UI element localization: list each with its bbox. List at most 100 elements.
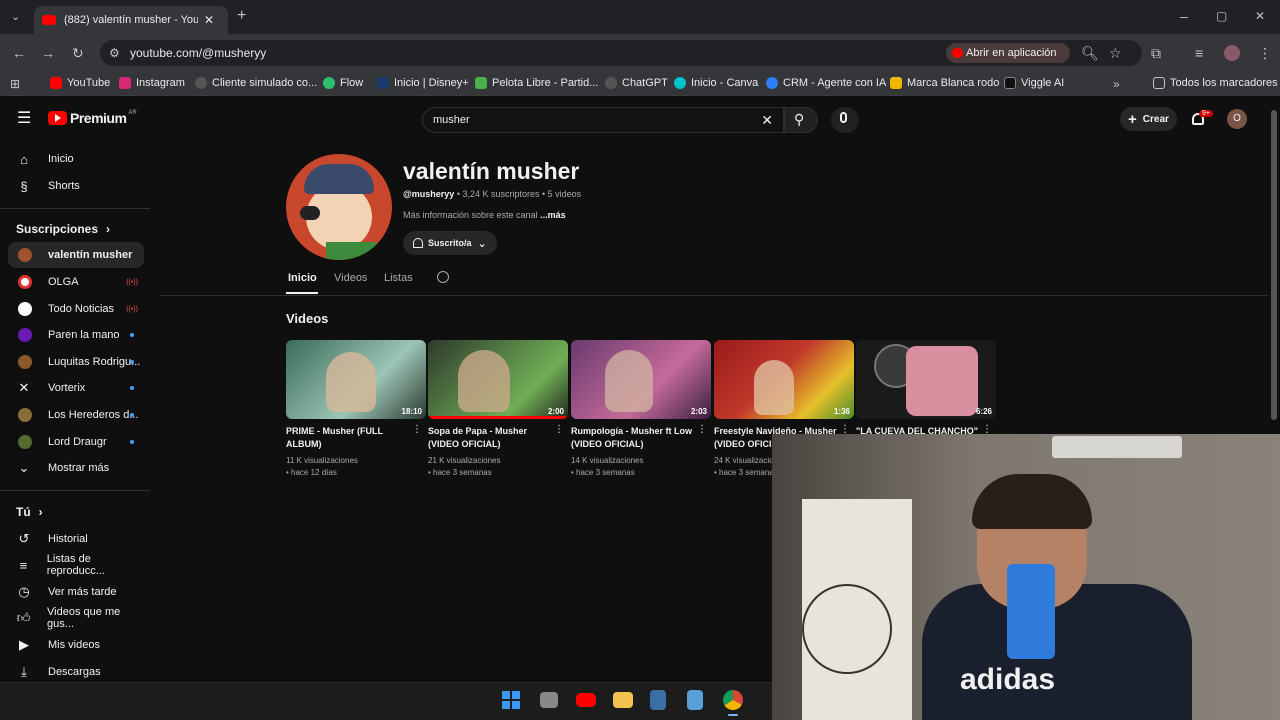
apps-icon[interactable]: ⊞ [10,77,20,91]
chevron-down-icon: ⌄ [477,237,487,250]
sidebar-sub-paren-la-mano[interactable]: Paren la mano [8,322,144,348]
active-app-indicator [728,714,738,716]
task-view-icon[interactable] [540,692,558,708]
tab-inicio[interactable]: Inicio [288,272,317,284]
video-card[interactable]: 2:03 Rumpología - Musher ft Low (VIDEO O… [571,340,711,479]
video-age: • hace 12 días [286,468,337,477]
forward-icon[interactable]: → [41,46,55,60]
minimize-icon[interactable]: – [1180,9,1188,23]
browser-tab[interactable]: (882) valentín musher - YouTube ✕ [34,6,228,34]
channel-avatar [18,248,32,262]
media-icon[interactable]: ≡ [1195,46,1203,60]
sidebar-sub-olga[interactable]: OLGA ((•)) [8,269,144,295]
sidebar-item-my-videos[interactable]: ▶ Mis videos [8,632,144,658]
avatar-character-shirt [326,242,376,260]
sidebar-sub-todo-noticias[interactable]: Todo Noticias ((•)) [8,296,144,322]
search-button[interactable]: ⚲ [784,107,818,133]
bookmark-flow[interactable]: Flow [323,77,363,89]
bookmark-chatgpt[interactable]: ChatGPT [605,77,668,89]
chrome-taskbar-icon[interactable] [723,690,743,710]
sidebar-sub-luquitas[interactable]: Luquitas Rodrigu... [8,349,144,375]
back-icon[interactable]: ← [12,46,26,60]
bookmark-pelota-libre[interactable]: Pelota Libre - Partid... [475,77,598,89]
video-thumbnail[interactable]: 2:03 [571,340,711,419]
windows-start-icon[interactable] [502,691,520,709]
video-thumbnail[interactable]: 1:36 [714,340,854,419]
channel-avatar [18,408,32,422]
notifications-button[interactable]: 9+ [1190,110,1213,130]
maximize-icon[interactable]: ▢ [1216,9,1227,23]
search-input[interactable]: musher ✕ [422,107,784,133]
create-button[interactable]: + Crear [1120,107,1177,131]
sidebar-item-inicio[interactable]: ⌂ Inicio [8,146,144,172]
video-thumbnail[interactable]: 6:26 [856,340,996,419]
bookmark-crm[interactable]: CRM - Agente con IA [766,77,886,89]
site-info-icon[interactable]: ⚙ [109,46,120,60]
video-thumbnail[interactable]: 2:00 [428,340,568,419]
webcam-air-conditioner [1052,436,1182,458]
clear-search-icon[interactable]: ✕ [761,112,773,129]
all-bookmarks-folder[interactable]: Todos los marcadores [1153,77,1278,89]
sidebar-item-watch-later[interactable]: ◷ Ver más tarde [8,579,144,605]
more-options-icon[interactable]: ⋮ [554,424,564,435]
you-header[interactable]: Tú › [16,505,43,519]
sidebar-item-shorts[interactable]: § Shorts [8,173,144,199]
calculator-icon[interactable] [650,690,666,710]
profile-avatar[interactable] [1224,45,1240,61]
sidebar-item-liked[interactable]: 👍︎ Videos que me gus... [8,605,144,631]
extensions-icon[interactable]: ⧉ [1151,46,1161,60]
account-avatar[interactable]: O [1227,109,1247,129]
channel-about[interactable]: Más información sobre este canal ...más [403,210,566,220]
close-window-icon[interactable]: ✕ [1255,9,1265,23]
notepad-icon[interactable] [687,690,703,710]
bookmark-viggle[interactable]: Viggle AI [1004,77,1064,89]
tab-videos[interactable]: Videos [334,272,367,284]
more-options-icon[interactable]: ⋮ [697,424,707,435]
tab-list-icon[interactable]: ⌄ [11,10,20,24]
sidebar-sub-lord-draugr[interactable]: Lord Draugr [8,429,144,455]
file-explorer-icon[interactable] [613,692,633,708]
open-in-app-label: Abrir en aplicación [966,47,1057,59]
viggle-icon [1004,77,1016,89]
hamburger-menu-icon[interactable]: ☰ [17,111,31,127]
bookmark-cliente-simulado[interactable]: Cliente simulado co... [195,77,317,89]
sidebar-item-historial[interactable]: ↺ Historial [8,526,144,552]
avatar-character-hat [304,164,374,194]
bookmark-youtube[interactable]: YouTube [50,77,110,89]
channel-search-icon[interactable] [437,271,449,283]
close-tab-icon[interactable]: ✕ [204,13,214,27]
show-more-button[interactable]: ⌄ Mostrar más [8,455,144,481]
youtube-taskbar-icon[interactable] [576,693,596,707]
sidebar-item-playlists[interactable]: ≡ Listas de reproducc... [8,552,144,578]
video-title[interactable]: Sopa de Papa - Musher (VIDEO OFICIAL) [428,425,554,451]
sidebar-sub-los-herederos[interactable]: Los Herederos d... [8,402,144,428]
bookmark-star-icon[interactable]: ☆ [1109,46,1122,60]
more-bookmarks-icon[interactable]: » [1113,77,1120,91]
bookmark-disney[interactable]: Inicio | Disney+ [377,77,469,89]
subscriptions-header[interactable]: Suscripciones › [16,222,110,236]
reload-icon[interactable]: ↻ [72,46,84,60]
subscribed-button[interactable]: Suscrito/a ⌄ [403,231,497,255]
video-title[interactable]: PRIME - Musher (FULL ALBUM) [286,425,412,451]
open-in-app-button[interactable]: Abrir en aplicación [946,43,1070,63]
bookmark-marca-blanca[interactable]: Marca Blanca rodo [890,77,999,89]
zoom-icon[interactable]: 🔍︎ [1081,46,1099,60]
video-title[interactable]: Rumpología - Musher ft Low (VIDEO OFICIA… [571,425,697,451]
tabs-divider [160,295,1268,296]
voice-search-button[interactable] [831,107,859,133]
bookmark-canva[interactable]: Inicio - Canva [674,77,758,89]
more-options-icon[interactable]: ⋮ [412,424,422,435]
video-card[interactable]: 2:00 Sopa de Papa - Musher (VIDEO OFICIA… [428,340,568,479]
bookmark-instagram[interactable]: Instagram [119,77,185,89]
scrollbar-thumb[interactable] [1271,110,1277,420]
video-thumbnail[interactable]: 18:10 [286,340,426,419]
sidebar-sub-valentin-musher[interactable]: valentín musher [8,242,144,268]
new-tab-icon[interactable]: + [237,8,246,24]
more-link[interactable]: ...más [540,210,566,220]
sidebar-sub-vorterix[interactable]: ✕ Vorterix [8,375,144,401]
tab-listas[interactable]: Listas [384,272,413,284]
video-card[interactable]: 18:10 PRIME - Musher (FULL ALBUM) 11 K v… [286,340,426,479]
youtube-logo[interactable]: Premium AR [48,110,137,126]
channel-avatar-large[interactable] [286,154,392,260]
chrome-menu-icon[interactable]: ⋮ [1258,46,1272,60]
